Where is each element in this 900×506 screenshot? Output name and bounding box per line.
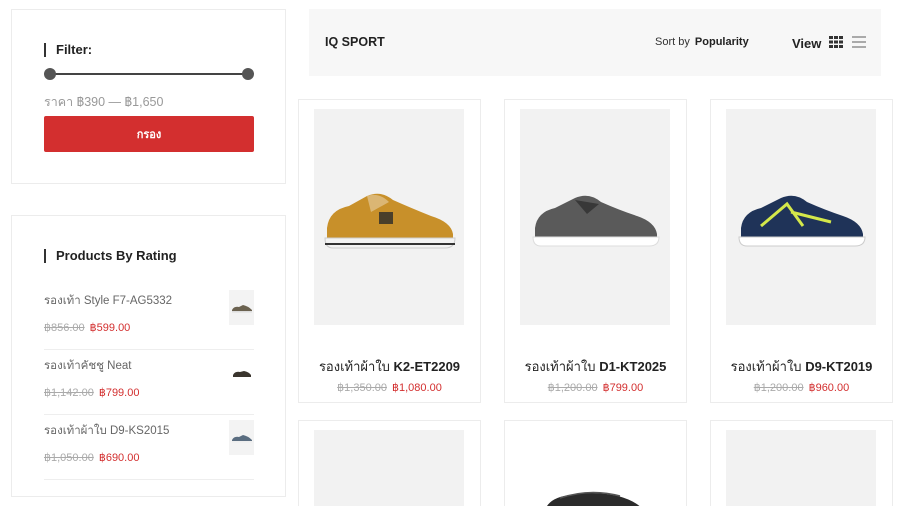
new-price: ฿690.00: [98, 452, 140, 464]
rating-item-name[interactable]: รองเท้า Style F7-AG5332: [44, 292, 172, 310]
shop-toolbar: IQ SPORT Sort by Popularity View: [309, 9, 881, 76]
product-name-prefix: รองเท้าผ้าใบ: [730, 359, 802, 374]
product-thumbnail[interactable]: [229, 290, 254, 325]
sort-dropdown[interactable]: Sort by Popularity: [655, 36, 749, 48]
rating-widget-title: Products By Rating: [44, 248, 177, 263]
rating-item-name[interactable]: รองเท้าคัชชู Neat: [44, 357, 131, 375]
new-price: ฿799.00: [98, 387, 140, 399]
product-model: K2-ET2209: [393, 359, 461, 374]
old-price: ฿1,050.00: [44, 452, 94, 464]
view-label: View: [792, 36, 822, 51]
new-price: ฿799.00: [602, 382, 644, 394]
old-price: ฿856.00: [44, 322, 85, 334]
grid-view-icon[interactable]: [829, 36, 843, 48]
product-card[interactable]: รองเท้าผ้าใบ D9-KT2019 ฿1,200.00 ฿960.00: [710, 99, 893, 403]
filter-button[interactable]: กรอง: [44, 116, 254, 152]
product-image[interactable]: [520, 430, 670, 506]
sneaker-image: [738, 195, 866, 247]
product-model: D9-KT2019: [805, 359, 873, 374]
product-card[interactable]: [298, 420, 481, 506]
new-price: ฿1,080.00: [392, 382, 442, 394]
rating-item-price: ฿1,050.00 ฿690.00: [44, 451, 139, 464]
product-image[interactable]: [520, 109, 670, 325]
brand-title: IQ SPORT: [325, 35, 385, 49]
product-price: ฿1,350.00 ฿1,080.00: [299, 381, 480, 394]
product-name[interactable]: รองเท้าผ้าใบ D1-KT2025: [505, 356, 686, 377]
filter-widget: Filter: ราคา ฿390 — ฿1,650 กรอง: [11, 9, 286, 184]
old-price: ฿1,350.00: [337, 382, 387, 394]
product-thumbnail[interactable]: [229, 355, 254, 390]
product-name[interactable]: รองเท้าผ้าใบ D9-KT2019: [711, 356, 892, 377]
product-card[interactable]: [504, 420, 687, 506]
price-slider-max-handle[interactable]: [242, 68, 254, 80]
product-name[interactable]: รองเท้าผ้าใบ K2-ET2209: [299, 356, 480, 377]
old-price: ฿1,142.00: [44, 387, 94, 399]
price-slider-track[interactable]: [50, 73, 248, 75]
old-price: ฿1,200.00: [753, 382, 804, 394]
product-price: ฿1,200.00 ฿799.00: [505, 381, 686, 394]
sort-value: Popularity: [694, 36, 749, 48]
rating-item-name[interactable]: รองเท้าผ้าใบ D9-KS2015: [44, 422, 169, 440]
product-image[interactable]: [726, 430, 876, 506]
products-by-rating-widget: Products By Rating รองเท้า Style F7-AG53…: [11, 215, 286, 497]
product-model: D1-KT2025: [599, 359, 667, 374]
dress-shoe-image: [547, 491, 640, 506]
sort-prefix: Sort by: [655, 36, 690, 48]
product-image[interactable]: [314, 109, 464, 325]
rating-item-price: ฿1,142.00 ฿799.00: [44, 386, 139, 399]
price-slider-min-handle[interactable]: [44, 68, 56, 80]
old-price: ฿1,200.00: [547, 382, 598, 394]
product-card[interactable]: รองเท้าผ้าใบ D1-KT2025 ฿1,200.00 ฿799.00: [504, 99, 687, 403]
price-range-label: ราคา ฿390 — ฿1,650: [44, 95, 164, 109]
sneaker-image: [324, 193, 456, 249]
product-thumbnail[interactable]: [229, 420, 254, 455]
rating-list-item[interactable]: รองเท้า Style F7-AG5332 ฿856.00 ฿599.00: [44, 290, 254, 350]
product-image[interactable]: [314, 430, 464, 506]
product-price: ฿1,200.00 ฿960.00: [711, 381, 892, 394]
new-price: ฿960.00: [808, 382, 850, 394]
product-card[interactable]: รองเท้าผ้าใบ K2-ET2209 ฿1,350.00 ฿1,080.0…: [298, 99, 481, 403]
product-image[interactable]: [726, 109, 876, 325]
rating-list-item[interactable]: รองเท้าคัชชู Neat ฿1,142.00 ฿799.00: [44, 355, 254, 415]
filter-title: Filter:: [44, 42, 92, 57]
product-name-prefix: รองเท้าผ้าใบ: [524, 359, 596, 374]
product-card[interactable]: [710, 420, 893, 506]
list-view-icon[interactable]: [852, 36, 866, 48]
sneaker-image: [532, 195, 660, 247]
rating-item-price: ฿856.00 ฿599.00: [44, 321, 130, 334]
new-price: ฿599.00: [89, 322, 131, 334]
rating-list-item[interactable]: รองเท้าผ้าใบ D9-KS2015 ฿1,050.00 ฿690.00: [44, 420, 254, 480]
product-name-prefix: รองเท้าผ้าใบ: [318, 359, 390, 374]
